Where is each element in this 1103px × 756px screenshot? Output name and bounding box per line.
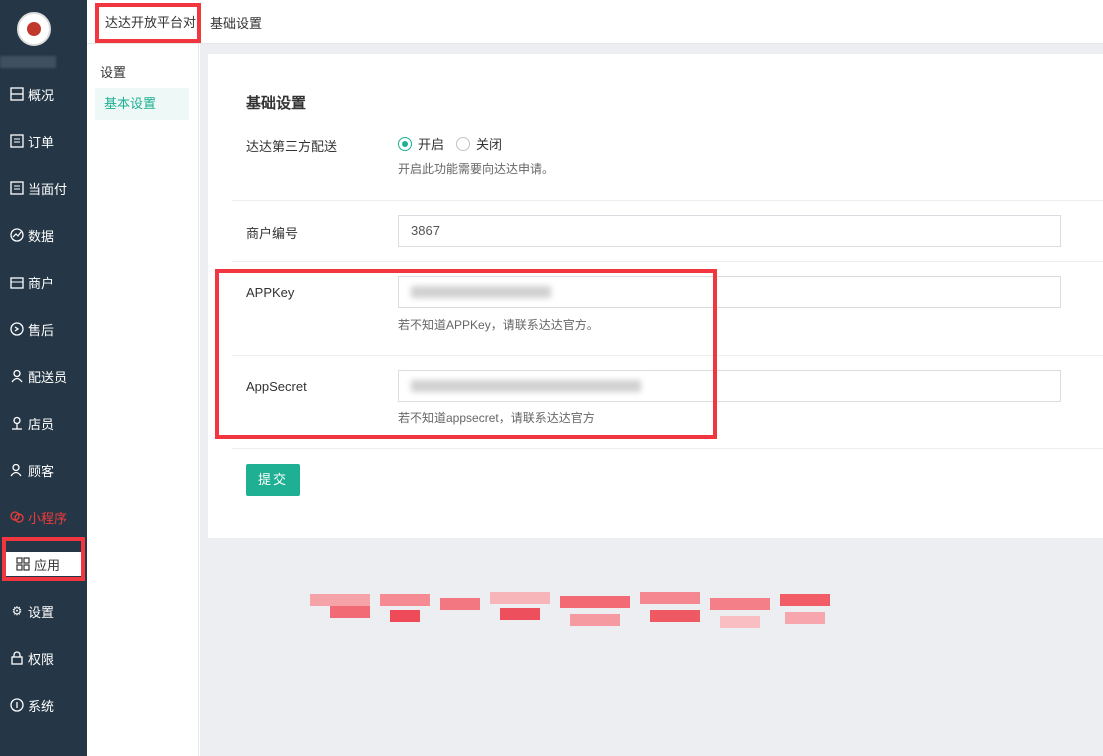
sidebar-item-staff[interactable]: 店员	[0, 411, 87, 435]
aftersale-icon	[9, 321, 25, 337]
delivery-radio-group: 开启 关闭	[398, 134, 514, 153]
customer-icon	[9, 462, 25, 478]
sidebar-item-system[interactable]: 系统	[0, 693, 87, 717]
brand-logo[interactable]	[17, 12, 51, 46]
sidebar-item-facepay[interactable]: 当面付	[0, 176, 87, 200]
sub-sidebar: 设置 基本设置	[87, 0, 199, 756]
panel-title: 基础设置	[246, 95, 307, 112]
miniprogram-icon	[9, 509, 25, 525]
divider	[232, 200, 1103, 201]
subnav-item-basic-settings[interactable]: 基本设置	[95, 88, 189, 120]
chart-icon	[9, 227, 25, 243]
lock-icon	[9, 650, 25, 666]
system-icon	[9, 697, 25, 713]
radio-enable[interactable]	[398, 136, 412, 151]
delivery-label: 达达第三方配送	[246, 139, 338, 154]
sidebar-item-courier[interactable]: 配送员	[0, 364, 87, 388]
divider	[232, 261, 1103, 262]
facepay-icon	[9, 180, 25, 196]
highlight-box-credentials	[215, 269, 717, 439]
radio-disable[interactable]	[456, 136, 471, 151]
sidebar-item-aftersale[interactable]: 售后	[0, 317, 87, 341]
merchant-id-input[interactable]: 3867	[398, 215, 1061, 247]
account-name-blurred	[0, 56, 56, 68]
pixelated-watermark	[310, 590, 830, 642]
gear-icon: ⚙	[11, 604, 23, 618]
tab-bar: 达达开放平台对 基础设置	[87, 0, 1103, 44]
submit-button[interactable]: 提交	[246, 464, 300, 496]
main-sidebar: 概况 订单 当面付 数据 商户 售后 配送员 店员 顾客 小程序 应用 ⚙ 设置…	[0, 0, 87, 756]
merchant-id-label: 商户编号	[246, 226, 299, 241]
delivery-help: 开启此功能需要向达达申请。	[398, 162, 555, 176]
tab-basic-settings[interactable]: 基础设置	[210, 13, 262, 32]
sidebar-item-settings[interactable]: ⚙ 设置	[0, 599, 87, 623]
store-icon	[9, 274, 25, 290]
overview-icon	[9, 86, 25, 102]
subnav-title: 设置	[100, 65, 127, 80]
staff-icon	[9, 415, 25, 431]
sidebar-item-permissions[interactable]: 权限	[0, 646, 87, 670]
sidebar-item-merchant[interactable]: 商户	[0, 270, 87, 294]
courier-icon	[9, 368, 25, 384]
sidebar-item-overview[interactable]: 概况	[0, 82, 87, 106]
divider	[232, 448, 1103, 449]
sidebar-item-data[interactable]: 数据	[0, 223, 87, 247]
radio-enable-label[interactable]: 开启	[418, 134, 444, 153]
tab-dada-platform[interactable]: 达达开放平台对	[95, 3, 201, 43]
radio-disable-label[interactable]: 关闭	[476, 134, 502, 153]
sidebar-item-miniprogram[interactable]: 小程序	[0, 505, 87, 529]
highlight-box-apps	[2, 537, 85, 581]
order-icon	[9, 133, 25, 149]
sidebar-item-customer[interactable]: 顾客	[0, 458, 87, 482]
sidebar-item-orders[interactable]: 订单	[0, 129, 87, 153]
